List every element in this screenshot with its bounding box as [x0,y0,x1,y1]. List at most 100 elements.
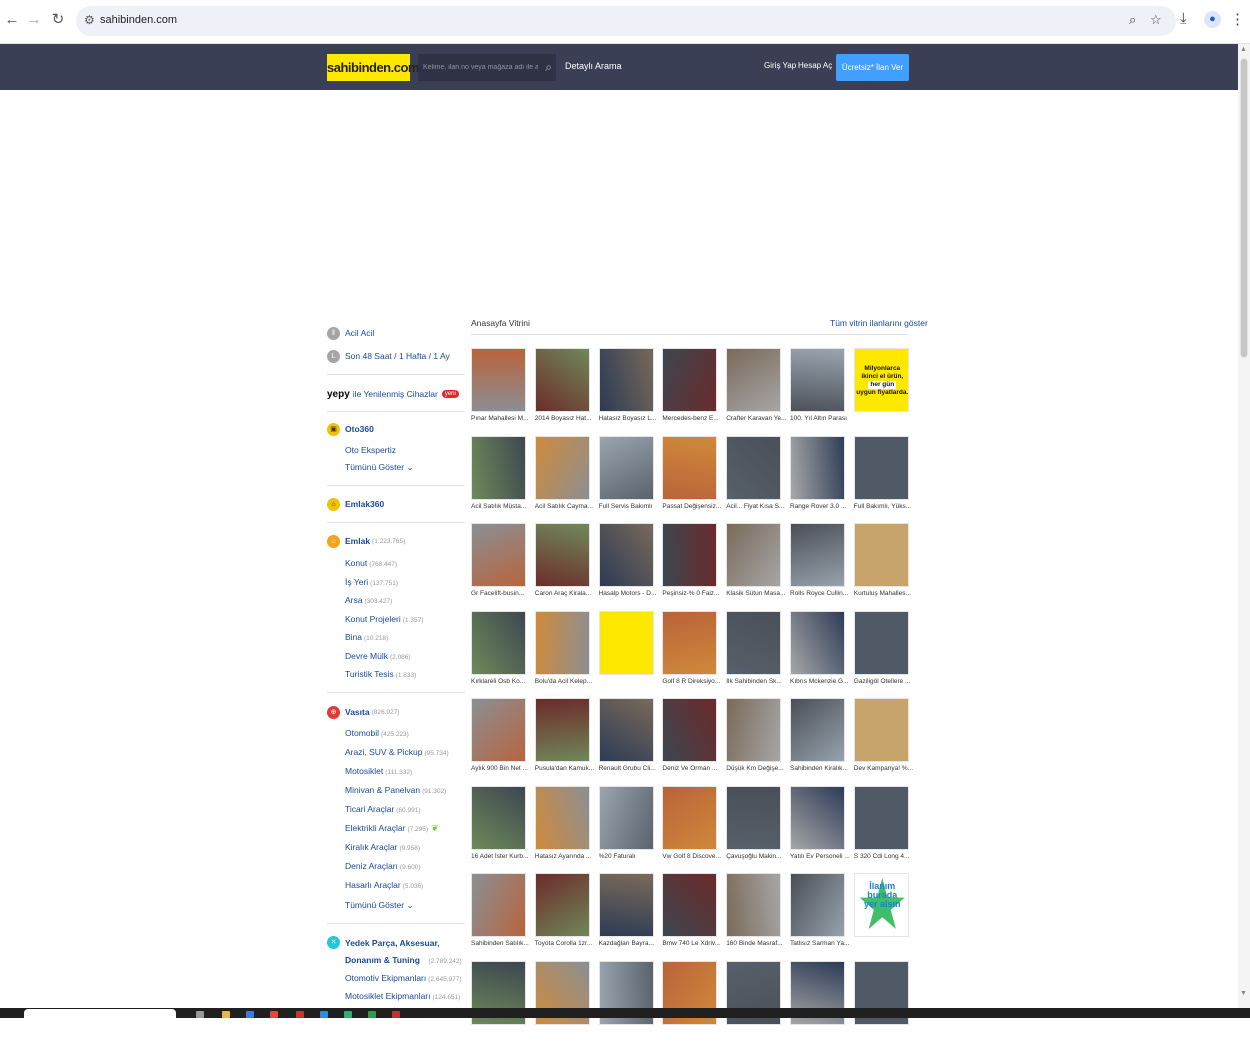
showcase-listing[interactable]: Full Bakımlı, Yüks... [853,435,911,516]
listing-thumbnail[interactable]: İlanım burada yer alsın [853,873,909,937]
listing-thumbnail[interactable] [662,610,718,675]
subcategory-label[interactable]: Deniz Araçları [345,861,398,871]
subcategory-label[interactable]: Konut Projeleri [345,614,401,624]
showcase-listing[interactable]: Yatılı Ev Personeli ... [790,785,850,866]
listing-title[interactable]: Acil Satılık Cayma... [535,503,595,510]
listing-thumbnail[interactable] [471,873,526,937]
showcase-listing[interactable]: Renault Grubu Cli... [598,698,656,778]
chrome-icon[interactable] [270,1011,278,1018]
page-scrollbar[interactable]: ▲ ▼ [1238,44,1250,1008]
zoom-icon[interactable]: ⌕ [1129,12,1136,28]
listing-thumbnail[interactable] [726,873,782,937]
listing-title[interactable]: 100. Yıl Altın Parası [790,415,850,422]
listing-thumbnail[interactable] [598,610,654,675]
showcase-listing[interactable]: Tatlısız Sarman Ya... [790,873,849,953]
yedek-category[interactable]: ✕ Yedek Parça, Aksesuar, Donanım & Tunin… [327,934,462,970]
showcase-listing[interactable]: Peşinsiz-% 0 Faiz... [662,523,719,603]
listing-thumbnail[interactable] [598,523,654,587]
showcase-listing[interactable]: 160 Binde Masraf... [726,873,783,953]
showcase-listing[interactable]: Acil Satılık Cayma... [534,435,593,516]
subcategory-label[interactable]: Hasarlı Araçlar [345,880,401,890]
listing-title[interactable]: Yatılı Ev Personeli ... [790,853,850,860]
showcase-listing[interactable] [662,960,718,1041]
showcase-listing[interactable]: 2014 Boyasız Hat... [534,348,592,428]
showcase-listing[interactable]: Caron Araç Kirala... [534,523,591,603]
listing-thumbnail[interactable] [598,698,654,762]
showcase-listing[interactable]: Kıbrıs Mckenzie G... [790,610,849,691]
showcase-listing[interactable]: Kurtuluş Mahalles... [853,523,911,603]
listing-thumbnail[interactable] [471,523,526,587]
listing-thumbnail[interactable] [790,785,845,850]
recent-link[interactable]: L Son 48 Saat / 1 Hafta / 1 Ay [327,347,450,365]
listing-title[interactable]: Kırklareli Osb Ko... [471,678,531,685]
listing-thumbnail[interactable] [471,348,526,412]
address-bar[interactable]: ⚙ sahibinden.com ⌕ ☆ [76,6,1176,36]
showcase-listing[interactable]: Toyota Corolla 1zr... [534,873,592,953]
listing-title[interactable]: Passat Değişensiz... [662,503,722,510]
showcase-listing[interactable]: Sahibinden Satılık... [471,873,529,953]
listing-title[interactable]: Gaziligöl Otellere ... [854,678,914,685]
subcategory-label[interactable]: Motosiklet Ekipmanları [345,991,431,1001]
listing-thumbnail[interactable] [534,610,590,675]
sidebar-subcategory-link[interactable]: Arsa (303.427) [345,595,392,605]
showcase-listing[interactable]: Passat Değişensiz... [662,435,721,516]
listing-thumbnail[interactable] [471,610,526,675]
listing-title[interactable]: Full Bakımlı, Yüks... [854,503,914,510]
listing-title[interactable]: Hatasız Ayarında ... [535,853,595,860]
listing-title[interactable]: Toyota Corolla 1zr... [535,940,595,947]
listing-thumbnail[interactable] [790,435,845,500]
listing-thumbnail[interactable] [790,698,845,762]
listing-thumbnail[interactable] [534,523,590,587]
listing-thumbnail[interactable] [662,435,718,500]
listing-title[interactable]: Range Rover 3.0 ... [790,503,850,510]
post-ad-button[interactable]: Ücretsiz* İlan Ver [836,54,909,81]
vasita-category[interactable]: ⊕ Vasıta (826.927) [327,703,399,721]
yepy-link[interactable]: yepy ile Yenilenmiş Cihazlar yeni [327,385,459,403]
showcase-listing[interactable]: Düşük Km Değişe... [726,698,784,778]
listing-title[interactable]: Klasik Sütun Masa... [726,590,786,597]
listing-thumbnail[interactable] [662,698,718,762]
listing-title[interactable]: Golf 8 R Direksiyo... [662,678,722,685]
listing-title[interactable]: Bmw 740 Le Xdriv... [662,940,722,947]
sidebar-subcategory-link[interactable]: Hasarlı Araçlar (5.036) [345,880,423,890]
emlak-category[interactable]: ⌂ Emlak (1.223.765) [327,532,405,550]
listing-thumbnail[interactable] [534,348,590,412]
listing-thumbnail[interactable] [598,873,654,937]
menu-icon[interactable]: ⋮ [1230,10,1245,28]
listing-title[interactable]: İlk Sahibinden Sk... [726,678,786,685]
showcase-listing[interactable]: Acil... Fiyat Kısa S... [726,435,784,516]
listing-thumbnail[interactable] [471,785,526,850]
listing-thumbnail[interactable] [662,873,718,937]
sidebar-subcategory-link[interactable]: İş Yeri (137.751) [345,577,398,587]
listing-title[interactable]: Caron Araç Kirala... [535,590,595,597]
listing-title[interactable]: Renault Grubu Cli... [599,765,659,772]
scrollbar-thumb[interactable] [1240,58,1248,358]
listing-title[interactable]: Kazdağları Bayra... [599,940,659,947]
subcategory-label[interactable]: Devre Mülk [345,651,388,661]
showcase-listing[interactable]: Hasalp Motors - D... [598,523,656,603]
listing-title[interactable]: Peşinsiz-% 0 Faiz... [662,590,722,597]
listing-thumbnail[interactable] [598,348,654,412]
showcase-listing[interactable]: Hatasız Ayarında ... [534,785,591,866]
download-icon[interactable]: ⤓ [1180,10,1187,27]
listing-title[interactable]: Vw Golf 8 Discove... [662,853,722,860]
listing-title[interactable]: Düşük Km Değişe... [726,765,786,772]
listing-title[interactable]: Mercedes-benz E... [662,415,722,422]
showcase-listing[interactable]: Acil Satılık Müsta... [471,435,526,516]
subcategory-label[interactable]: Arsa [345,595,362,605]
listing-title[interactable]: Acil... Fiyat Kısa S... [726,503,786,510]
listing-title[interactable]: Gr Facelift-busin... [471,590,531,597]
sidebar-subcategory-link[interactable]: Konut Projeleri (1.357) [345,614,423,624]
showcase-listing[interactable]: Kırklareli Osb Ko... [471,610,526,691]
app-icon[interactable] [392,1011,400,1018]
listing-thumbnail[interactable]: Milyonlarca ikinci el ürün, her gün uygun f… [853,348,909,412]
sidebar-subcategory-link[interactable]: Motosiklet Ekipmanları (124.651) [345,991,460,1001]
listing-thumbnail[interactable] [726,523,782,587]
show-all-link[interactable]: Tümünü Göster ⌄ [345,462,414,473]
listing-thumbnail[interactable] [598,785,654,850]
listing-title[interactable]: Hasalp Motors - D... [599,590,659,597]
app-icon[interactable] [296,1011,304,1018]
showcase-listing[interactable]: Kazdağları Bayra... [598,873,654,953]
listing-title[interactable]: 2014 Boyasız Hat... [535,415,595,422]
listing-thumbnail[interactable] [853,610,909,675]
